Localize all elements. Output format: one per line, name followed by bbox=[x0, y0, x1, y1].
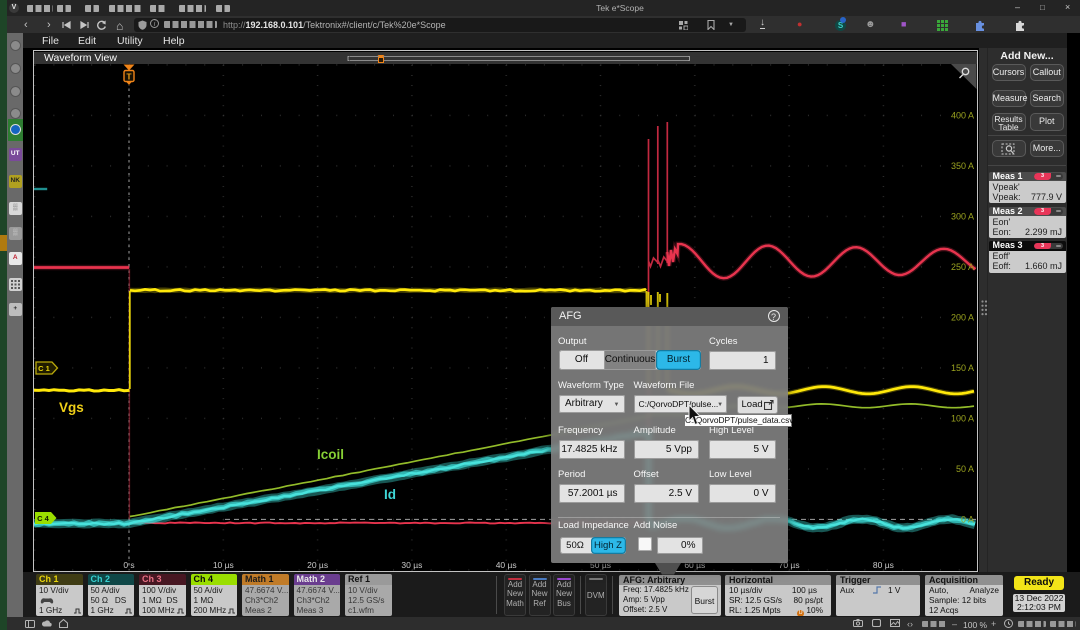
svg-text:T: T bbox=[126, 72, 132, 82]
svg-text:350 A: 350 A bbox=[951, 161, 974, 171]
svg-text:C 4: C 4 bbox=[37, 514, 50, 523]
svg-text:50 A: 50 A bbox=[956, 464, 974, 474]
svg-text:0 s: 0 s bbox=[123, 560, 134, 570]
svg-text:C 1: C 1 bbox=[38, 364, 50, 373]
svg-text:20 µs: 20 µs bbox=[307, 560, 328, 570]
svg-text:150 A: 150 A bbox=[951, 363, 974, 373]
svg-text:Icoil: Icoil bbox=[317, 447, 344, 462]
svg-text:200 A: 200 A bbox=[951, 312, 974, 322]
svg-text:10 µs: 10 µs bbox=[213, 560, 234, 570]
svg-text:400 A: 400 A bbox=[951, 110, 974, 120]
svg-text:100 A: 100 A bbox=[951, 413, 974, 423]
svg-text:250 A: 250 A bbox=[951, 262, 974, 272]
svg-text:300 A: 300 A bbox=[951, 211, 974, 221]
svg-text:80 µs: 80 µs bbox=[873, 560, 894, 570]
svg-text:Vgs: Vgs bbox=[59, 400, 84, 415]
svg-text:40 µs: 40 µs bbox=[496, 560, 517, 570]
svg-text:30 µs: 30 µs bbox=[401, 560, 422, 570]
svg-text:0 A: 0 A bbox=[961, 514, 974, 524]
svg-text:Id: Id bbox=[384, 487, 396, 502]
